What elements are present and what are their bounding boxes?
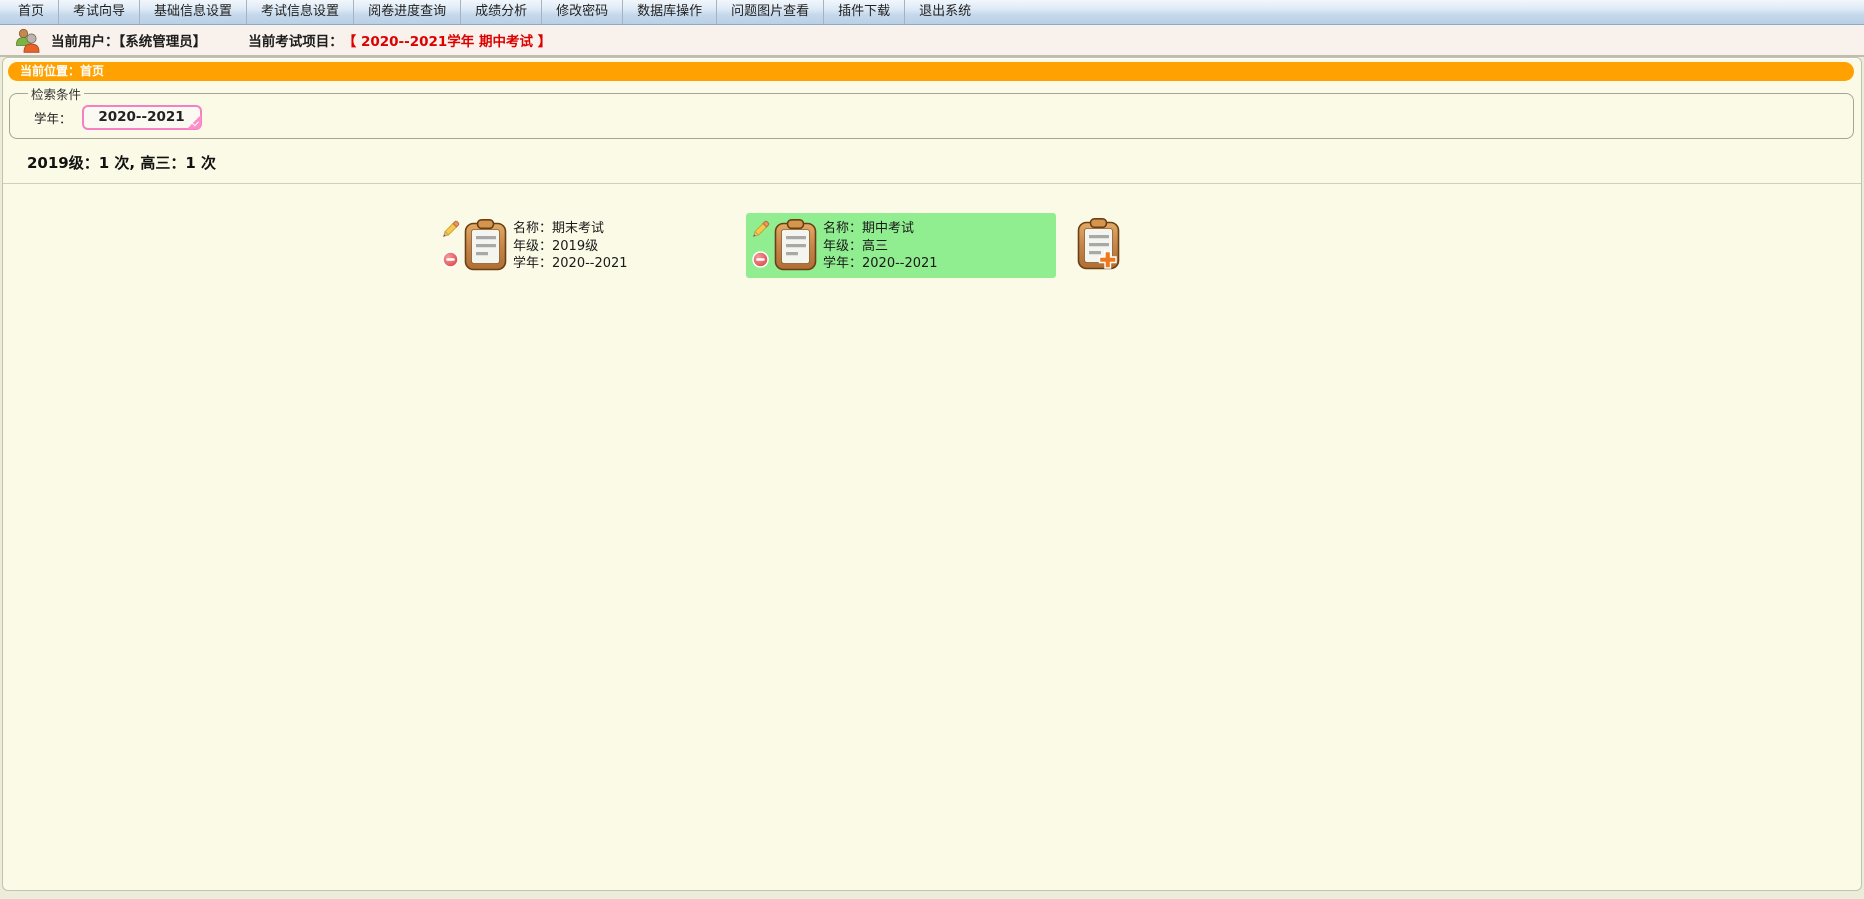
- content-panel: 当前位置：首页 检索条件 学年： 2020--2021 2019级：1 次, 高…: [2, 57, 1862, 891]
- current-user-text: 当前用户：【系统管理员】: [51, 30, 206, 50]
- clipboard-icon[interactable]: [774, 218, 817, 271]
- exam-name: 名称：期末考试: [513, 220, 628, 238]
- exam-name: 名称：期中考试: [823, 220, 938, 238]
- menu-item-marking-progress[interactable]: 阅卷进度查询: [354, 0, 461, 24]
- main-menu: 首页 考试向导 基础信息设置 考试信息设置 阅卷进度查询 成绩分析 修改密码 数…: [0, 0, 1864, 25]
- menu-item-database-ops[interactable]: 数据库操作: [623, 0, 717, 24]
- search-criteria-fieldset: 检索条件 学年： 2020--2021: [9, 84, 1854, 139]
- exam-card[interactable]: 名称：期末考试 年级：2019级 学年：2020--2021: [436, 213, 746, 278]
- user-bar: 当前用户：【系统管理员】 当前考试项目： 【 2020--2021学年 期中考试…: [0, 25, 1864, 57]
- delete-exam-icon[interactable]: [752, 251, 770, 268]
- menu-item-exam-info-settings[interactable]: 考试信息设置: [247, 0, 354, 24]
- edit-exam-icon[interactable]: [442, 220, 460, 238]
- school-year-select[interactable]: 2020--2021: [82, 105, 202, 130]
- user-group-icon: [14, 27, 41, 53]
- clipboard-icon[interactable]: [464, 218, 507, 271]
- exam-school-year: 学年：2020--2021: [513, 255, 628, 273]
- clipboard-plus-icon: [1077, 261, 1120, 276]
- school-year-value: 2020--2021: [98, 109, 184, 125]
- exam-school-year: 学年：2020--2021: [823, 255, 938, 273]
- exam-cards-row: 名称：期末考试 年级：2019级 学年：2020--2021: [3, 213, 1861, 278]
- menu-item-basic-info-settings[interactable]: 基础信息设置: [140, 0, 247, 24]
- divider: [3, 183, 1861, 184]
- menu-item-problem-images[interactable]: 问题图片查看: [717, 0, 824, 24]
- add-exam-button[interactable]: [1077, 217, 1120, 273]
- exam-card-selected[interactable]: 名称：期中考试 年级：高三 学年：2020--2021: [746, 213, 1056, 278]
- exam-grade: 年级：高三: [823, 238, 938, 256]
- pink-corner-arrow-icon: [187, 115, 201, 129]
- menu-item-logout[interactable]: 退出系统: [905, 0, 985, 24]
- delete-exam-icon[interactable]: [442, 251, 460, 268]
- exam-grade: 年级：2019级: [513, 238, 628, 256]
- edit-exam-icon[interactable]: [752, 220, 770, 238]
- breadcrumb: 当前位置：首页: [8, 62, 1854, 81]
- current-project-label: 当前考试项目：: [248, 30, 343, 50]
- menu-item-home[interactable]: 首页: [4, 0, 59, 24]
- menu-item-change-password[interactable]: 修改密码: [542, 0, 623, 24]
- search-criteria-legend: 检索条件: [28, 84, 84, 103]
- school-year-label: 学年：: [34, 108, 72, 127]
- menu-item-exam-wizard[interactable]: 考试向导: [59, 0, 140, 24]
- menu-item-plugin-download[interactable]: 插件下载: [824, 0, 905, 24]
- exam-count-summary: 2019级：1 次, 高三：1 次: [27, 152, 1861, 173]
- menu-item-score-analysis[interactable]: 成绩分析: [461, 0, 542, 24]
- current-project-value: 【 2020--2021学年 期中考试 】: [343, 30, 551, 50]
